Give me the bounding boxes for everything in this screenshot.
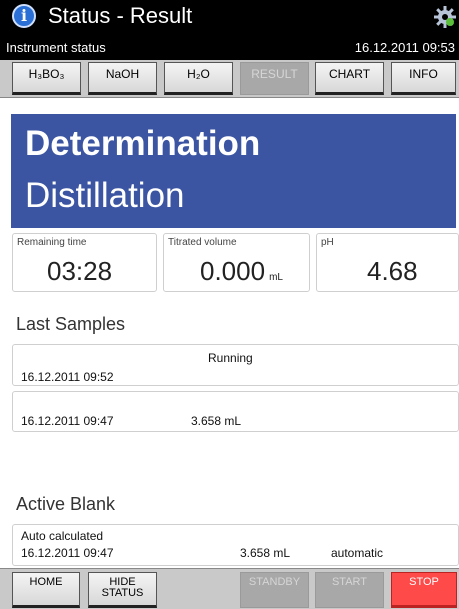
tab-h2o[interactable]: H₂O (164, 62, 233, 95)
active-blank-title: Active Blank (16, 494, 116, 514)
stop-button[interactable]: STOP (391, 572, 457, 608)
tab-naoh[interactable]: NaOH (88, 62, 157, 95)
tab-bar: H₃BO₃ NaOH H₂O RESULT CHART INFO (0, 60, 459, 98)
title-bar: i Status - Result Instrument status 16.1… (0, 0, 459, 60)
sample-datetime: 16.12.2011 09:47 (21, 414, 114, 428)
tab-info[interactable]: INFO (391, 62, 456, 95)
banner-subtitle: Distillation (25, 176, 185, 215)
page-title: Status - Result (48, 3, 193, 28)
standby-button: STANDBY (240, 572, 309, 608)
hide-status-button[interactable]: HIDE STATUS (88, 572, 157, 608)
banner-title: Determination (25, 124, 261, 163)
sample-row[interactable]: Running 16.12.2011 09:52 (12, 344, 459, 386)
status-banner: Determination Distillation (11, 114, 456, 228)
titrated-volume-box: Titrated volume 0.000 mL (163, 233, 310, 292)
titrated-volume-label: Titrated volume (168, 237, 237, 248)
bottom-bar: HOME HIDE STATUS STANDBY START STOP (0, 568, 459, 609)
home-button[interactable]: HOME (12, 572, 80, 608)
remaining-time-box: Remaining time 03:28 (12, 233, 157, 292)
start-button: START (315, 572, 384, 608)
active-blank-mode: automatic (331, 546, 384, 560)
titrated-volume-unit: mL (269, 272, 283, 283)
hide-status-line2: STATUS (101, 587, 144, 599)
gear-icon[interactable] (434, 6, 456, 28)
sample-status: Running (208, 351, 253, 365)
sample-volume: 3.658 mL (191, 414, 242, 428)
remaining-time-value: 03:28 (47, 256, 113, 286)
titrated-volume-reading: 0.000 mL (200, 256, 283, 287)
instrument-status-label: Instrument status (6, 40, 106, 55)
sample-row[interactable]: 16.12.2011 09:47 3.658 mL (12, 391, 459, 432)
sample-datetime: 16.12.2011 09:52 (21, 370, 114, 384)
active-blank-card[interactable]: Auto calculated 16.12.2011 09:47 3.658 m… (12, 524, 459, 566)
active-blank-datetime: 16.12.2011 09:47 (21, 546, 114, 560)
tab-result: RESULT (240, 62, 309, 95)
active-blank-label: Auto calculated (21, 529, 104, 543)
remaining-time-label: Remaining time (17, 237, 87, 248)
ph-box: pH 4.68 (316, 233, 459, 292)
ph-label: pH (321, 237, 334, 248)
titrated-volume-value: 0.000 (200, 256, 266, 286)
last-samples-title: Last Samples (16, 314, 126, 334)
tab-chart[interactable]: CHART (315, 62, 384, 95)
info-icon[interactable]: i (12, 4, 36, 28)
ph-value: 4.68 (367, 256, 418, 286)
active-blank-volume: 3.658 mL (240, 546, 291, 560)
current-datetime: 16.12.2011 09:53 (354, 40, 455, 55)
tab-h3bo3[interactable]: H₃BO₃ (12, 62, 81, 95)
